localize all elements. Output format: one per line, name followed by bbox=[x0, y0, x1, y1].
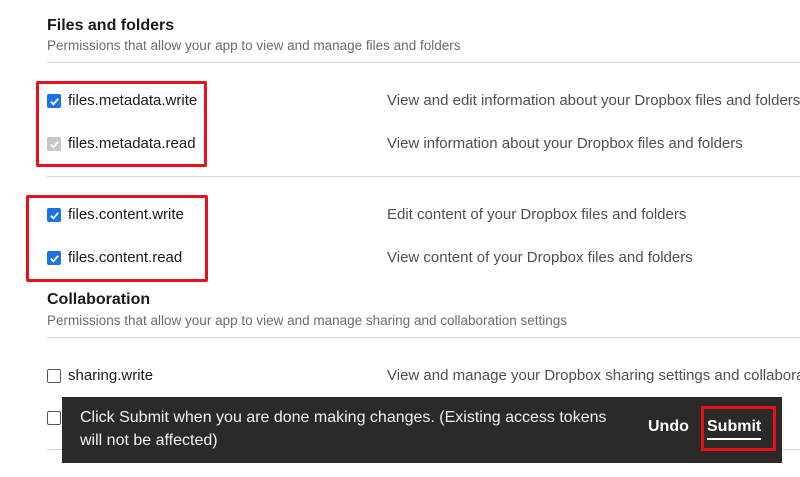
permission-description: View and edit information about your Dro… bbox=[387, 92, 800, 109]
toast-message: Click Submit when you are done making ch… bbox=[80, 409, 607, 449]
undo-button[interactable]: Undo bbox=[648, 418, 689, 436]
divider bbox=[47, 176, 800, 177]
permission-name[interactable]: sharing.write bbox=[68, 365, 153, 387]
files-section-description: Permissions that allow your app to view … bbox=[47, 38, 461, 53]
unsaved-changes-toast: Click Submit when you are done making ch… bbox=[62, 397, 782, 463]
sharing-write-checkbox[interactable] bbox=[47, 369, 61, 383]
permission-row-sharing-write: sharing.write View and manage your Dropb… bbox=[47, 365, 800, 389]
permission-description: View information about your Dropbox file… bbox=[387, 135, 743, 152]
collaboration-section-description: Permissions that allow your app to view … bbox=[47, 313, 568, 328]
unnamed-permission-checkbox[interactable] bbox=[47, 411, 61, 425]
files-section-title: Files and folders bbox=[47, 17, 175, 34]
divider bbox=[47, 337, 800, 338]
permission-description: View and manage your Dropbox sharing set… bbox=[387, 367, 800, 384]
metadata-highlight-box bbox=[36, 81, 207, 167]
divider bbox=[47, 62, 800, 63]
permission-description: Edit content of your Dropbox files and f… bbox=[387, 206, 687, 223]
permission-description: View content of your Dropbox files and f… bbox=[387, 249, 693, 266]
collaboration-section-title: Collaboration bbox=[47, 291, 151, 308]
content-highlight-box bbox=[26, 195, 208, 282]
submit-button[interactable]: Submit bbox=[707, 418, 762, 440]
